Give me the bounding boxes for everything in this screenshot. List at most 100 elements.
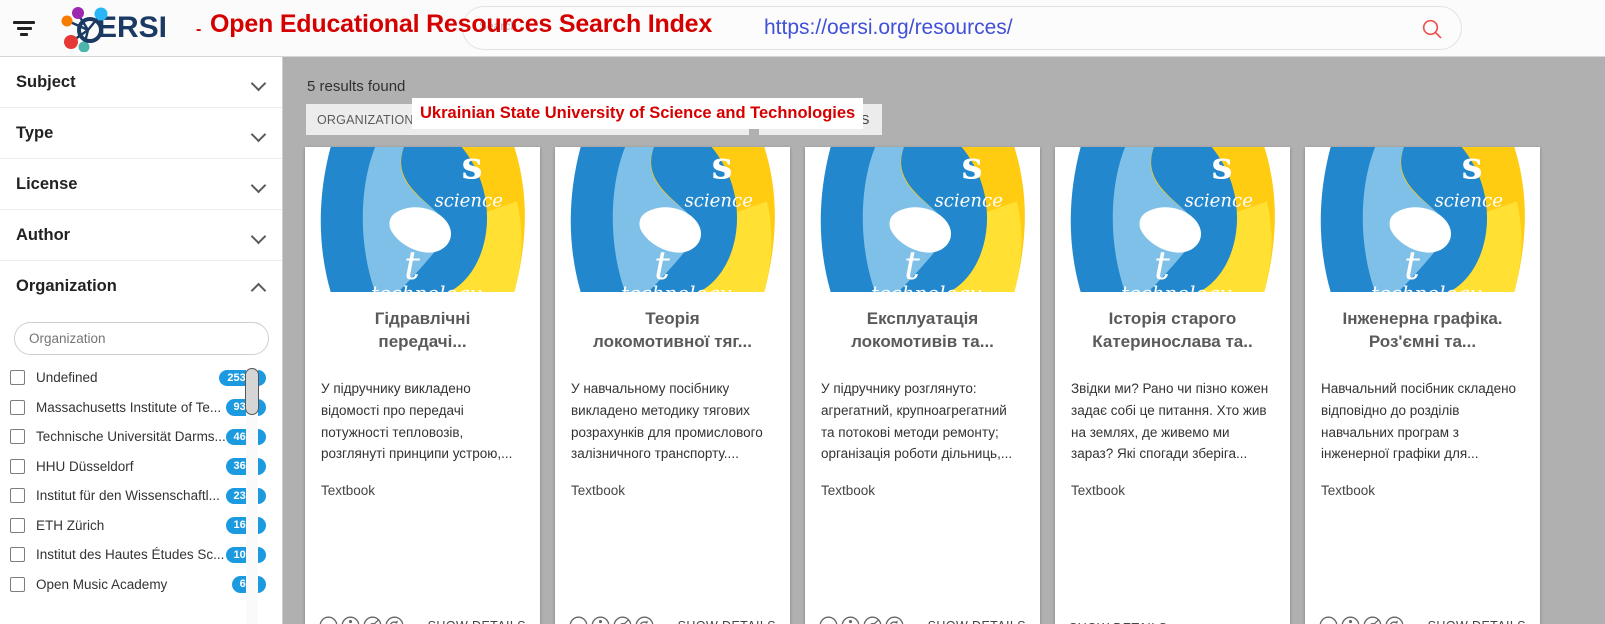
card-resource-type: Textbook	[571, 483, 626, 499]
sa-icon	[635, 616, 654, 624]
list-item[interactable]: Institut des Hautes Études Sc... 1021	[10, 540, 282, 570]
svg-text:science: science	[934, 190, 1002, 211]
sidebar-scrollbar-thumb[interactable]	[245, 368, 259, 415]
filter-funnel-icon[interactable]	[0, 0, 48, 57]
by-icon	[1341, 616, 1360, 624]
list-item[interactable]: HHU Düsseldorf 3671	[10, 452, 282, 482]
organization-count-badge: 25330	[219, 369, 266, 386]
facet-label: Organization	[16, 277, 117, 295]
checkbox[interactable]	[10, 547, 25, 563]
result-card[interactable]: s science t technology Інженерна графіка…	[1305, 147, 1540, 624]
sidebar-facet-type[interactable]: Type	[0, 108, 282, 159]
sidebar-facet-subject[interactable]: Subject	[0, 57, 282, 108]
app-header: ERSI Search - Open Educational Resources…	[0, 0, 1605, 57]
sa-icon	[1385, 616, 1404, 624]
cc-icon: cc	[569, 616, 588, 624]
chevron-down-icon	[252, 180, 266, 189]
card-description: У підручнику викладено відомості про пер…	[321, 380, 513, 462]
checkbox[interactable]	[10, 517, 25, 533]
cc-icon: cc	[319, 616, 338, 624]
card-description: У навчальному посібнику викладено методи…	[571, 380, 763, 462]
chevron-down-icon	[252, 129, 266, 138]
nc-icon: $	[1363, 616, 1382, 624]
sa-icon	[385, 616, 404, 624]
card-thumbnail: s science t technology	[555, 147, 790, 292]
show-details-button[interactable]: SHOW DETAILS	[928, 619, 1026, 624]
checkbox[interactable]	[10, 488, 25, 504]
nc-icon: $	[613, 616, 632, 624]
card-thumbnail: s science t technology	[1305, 147, 1540, 292]
list-item[interactable]: ETH Zürich 1699	[10, 511, 282, 541]
result-card[interactable]: s science t technology Експлуатація локо…	[805, 147, 1040, 624]
svg-text:science: science	[684, 190, 752, 211]
list-item[interactable]: Institut für den Wissenschaftl... 2389	[10, 481, 282, 511]
checkbox[interactable]	[10, 458, 25, 474]
funnel-bar-1	[13, 20, 35, 24]
license-icon-group: cc $	[319, 616, 404, 624]
search-icon[interactable]	[1421, 18, 1443, 40]
show-details-button[interactable]: SHOW DETAILS	[1428, 619, 1526, 624]
organization-filter-wrap	[0, 312, 282, 363]
filter-chip-label: ORGANIZATION:	[317, 112, 418, 127]
result-card-list: s science t technology Гідравлічні перед…	[305, 147, 1540, 624]
organization-name: ETH Zürich	[36, 517, 105, 533]
by-icon	[591, 616, 610, 624]
card-title: Теорія локомотивної тяг...	[593, 309, 752, 351]
organization-name: Institut des Hautes Études Sc...	[36, 547, 225, 563]
checkbox[interactable]	[10, 399, 25, 415]
organization-name: Undefined	[36, 370, 98, 386]
annotation-url: https://oersi.org/resources/	[764, 16, 1013, 39]
brand-logo-group[interactable]: ERSI	[58, 4, 167, 53]
sidebar-facet-author[interactable]: Author	[0, 210, 282, 261]
list-item[interactable]: Massachusetts Institute of Te... 9307	[10, 393, 282, 423]
svg-text:s: s	[1462, 147, 1483, 187]
svg-text:s: s	[962, 147, 983, 187]
svg-text:science: science	[1184, 190, 1252, 211]
sidebar-facet-organization[interactable]: Organization	[0, 261, 282, 312]
result-card[interactable]: s science t technology Історія старого К…	[1055, 147, 1290, 624]
organization-name: HHU Düsseldorf	[36, 458, 134, 474]
results-area: 5 results found ORGANIZATION: Ukrainian …	[284, 57, 1605, 624]
annotation-dash: -	[196, 21, 202, 38]
chevron-up-icon	[252, 282, 266, 291]
card-footer: cc $ SHOW DETAILS	[555, 616, 790, 624]
show-details-button[interactable]: SHOW DETAILS	[678, 619, 776, 624]
checkbox[interactable]	[10, 370, 25, 386]
list-item[interactable]: Open Music Academy 655	[10, 570, 282, 600]
organization-name: Open Music Academy	[36, 576, 168, 592]
chevron-down-icon	[252, 78, 266, 87]
facet-label: License	[16, 174, 78, 193]
svg-text:s: s	[712, 147, 733, 187]
license-icon-group: cc $	[819, 616, 904, 624]
svg-text:technology: technology	[1371, 282, 1482, 292]
result-card[interactable]: s science t technology Гідравлічні перед…	[305, 147, 540, 624]
sidebar-facet-license[interactable]: License	[0, 159, 282, 210]
card-thumbnail: s science t technology	[1055, 147, 1290, 292]
show-details-button[interactable]: SHOW DETAILS	[428, 619, 526, 624]
by-icon	[341, 616, 360, 624]
result-card[interactable]: s science t technology Теорія локомотивн…	[555, 147, 790, 624]
card-thumbnail: s science t technology	[805, 147, 1040, 292]
organization-name: Massachusetts Institute of Te...	[36, 399, 222, 415]
facet-label: Author	[16, 225, 71, 244]
funnel-bar-2	[16, 26, 32, 30]
results-count: 5 results found	[307, 78, 406, 95]
organization-name: Institut für den Wissenschaftl...	[36, 488, 220, 504]
list-item[interactable]: Undefined 25330	[10, 363, 282, 393]
svg-text:technology: technology	[1121, 282, 1232, 292]
organization-name: Technische Universität Darms...	[36, 429, 226, 445]
organization-search-input[interactable]	[14, 322, 269, 355]
card-title: Експлуатація локомотивів та...	[851, 309, 994, 351]
card-title: Гідравлічні передачі...	[374, 309, 471, 351]
card-footer: cc $ SHOW DETAILS	[1305, 616, 1540, 624]
card-resource-type: Textbook	[821, 483, 876, 499]
card-title: Інженерна графіка. Роз'ємні та...	[1342, 309, 1503, 351]
svg-text:s: s	[462, 147, 483, 187]
card-footer: cc $ SHOW DETAILS	[305, 616, 540, 624]
checkbox[interactable]	[10, 576, 25, 592]
license-icon-group: cc $	[1319, 616, 1404, 624]
list-item[interactable]: Technische Universität Darms... 4630	[10, 422, 282, 452]
checkbox[interactable]	[10, 429, 25, 445]
card-footer: cc $ SHOW DETAILS	[805, 616, 1040, 624]
card-description: Навчальний посібник складено відповідно …	[1321, 380, 1517, 462]
